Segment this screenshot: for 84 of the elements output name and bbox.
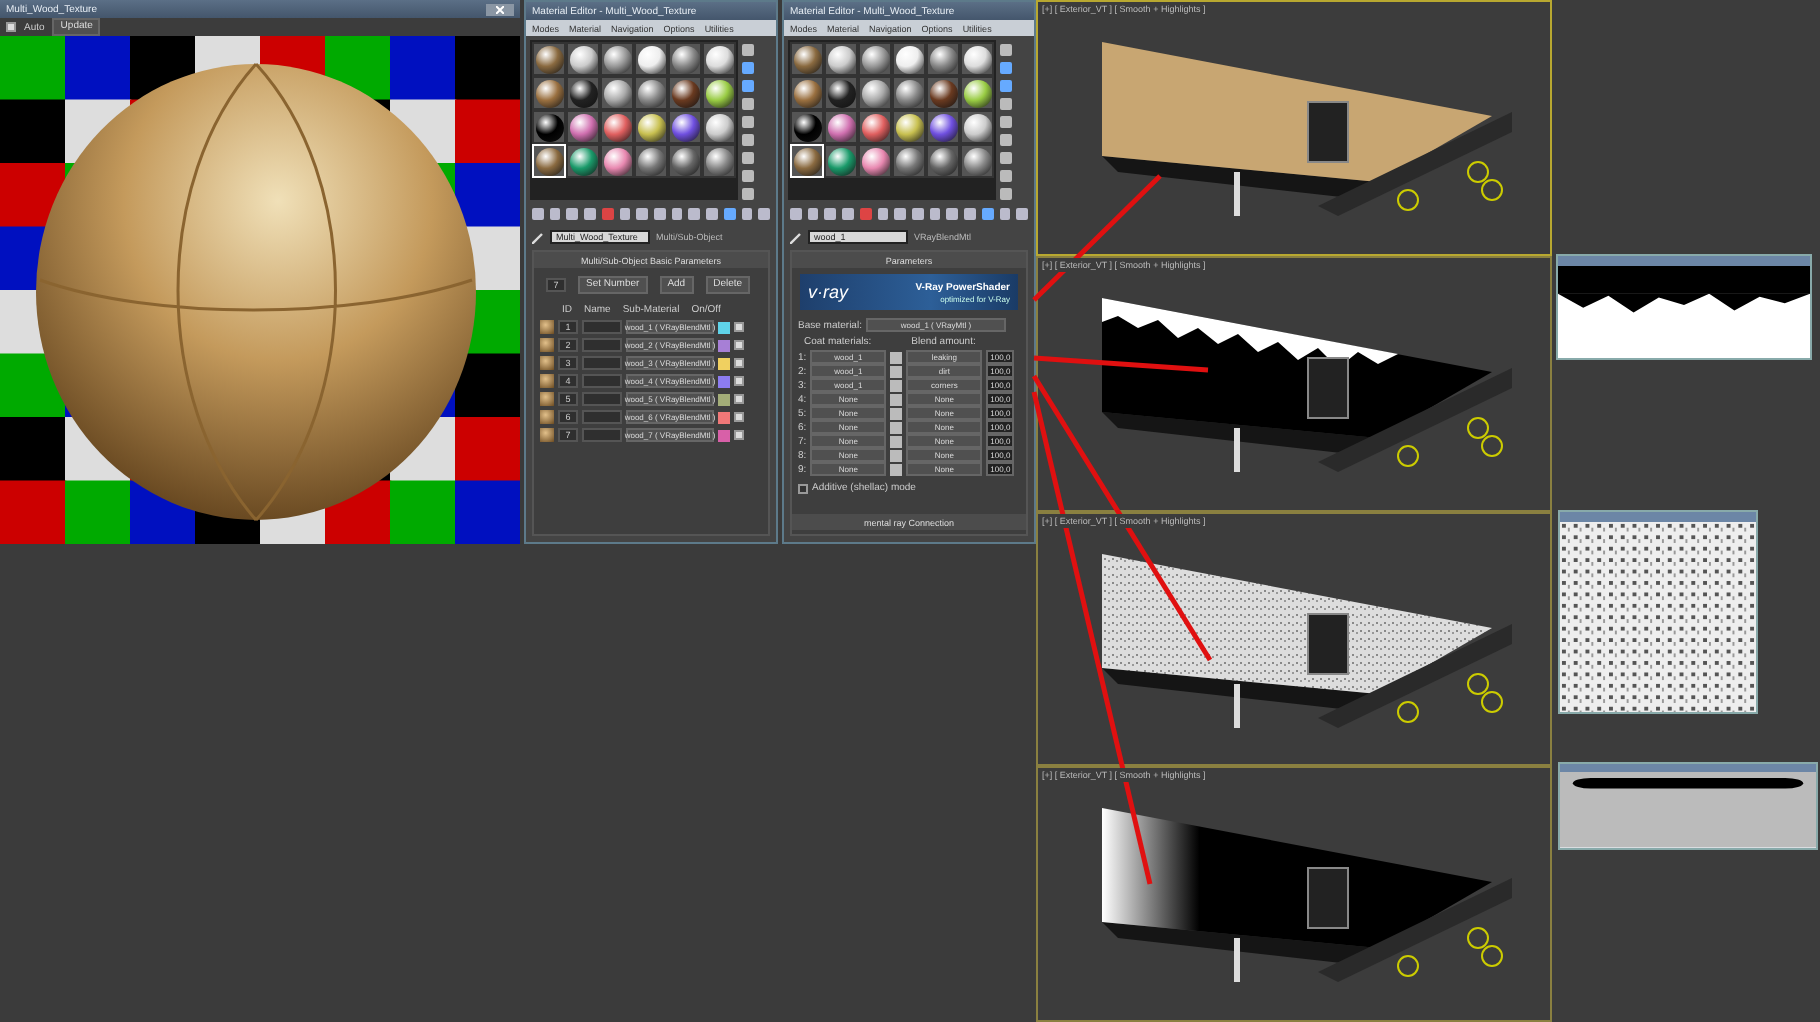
color-swatch[interactable] [718,339,730,351]
color-swatch[interactable] [718,375,730,387]
name-field[interactable] [582,320,622,334]
checkbox[interactable] [734,376,744,386]
checkbox[interactable] [6,22,16,32]
leader-line [1032,174,1162,302]
checkbox[interactable] [798,483,808,493]
vray-logo: v·ray [808,282,848,302]
color-swatch[interactable] [890,379,903,391]
material-sample-slot[interactable] [960,144,994,178]
material-sample-slot[interactable] [858,110,892,144]
checkbox[interactable] [734,358,744,368]
material-sample-slot[interactable] [532,42,566,76]
checkbox[interactable] [734,394,744,404]
color-swatch[interactable] [890,407,903,419]
color-swatch[interactable] [718,321,730,333]
color-swatch[interactable] [890,463,903,475]
material-sample-slot[interactable] [892,42,926,76]
close-button[interactable] [486,3,514,15]
material-sample-slot[interactable] [858,144,892,178]
material-sample-slot[interactable] [702,42,736,76]
checkbox[interactable] [734,430,744,440]
color-swatch[interactable] [718,429,730,441]
name-field[interactable] [582,428,622,442]
eyedropper-icon[interactable] [532,231,544,243]
material-sample-slot[interactable] [926,76,960,110]
material-sample-slot[interactable] [824,42,858,76]
material-sample-slot[interactable] [960,110,994,144]
material-sample-slot[interactable] [702,144,736,178]
eyedropper-icon[interactable] [790,231,802,243]
color-swatch[interactable] [890,351,903,363]
checkbox[interactable] [734,340,744,350]
material-sample-slot[interactable] [532,110,566,144]
material-sample-slot[interactable] [790,76,824,110]
material-sample-slot[interactable] [858,76,892,110]
material-sample-slot[interactable] [634,110,668,144]
material-sample-slot[interactable] [566,42,600,76]
close-icon [496,5,504,13]
material-sample-slot[interactable] [600,42,634,76]
material-sample-slot[interactable] [566,110,600,144]
material-sample-slot[interactable] [824,110,858,144]
material-sample-slot[interactable] [532,76,566,110]
name-field[interactable] [582,410,622,424]
material-sample-slot[interactable] [926,110,960,144]
name-field[interactable] [582,356,622,370]
material-sample-slot[interactable] [892,76,926,110]
color-swatch[interactable] [718,357,730,369]
material-sample-slot[interactable] [668,42,702,76]
material-sample-slot[interactable] [634,144,668,178]
material-sample-slot[interactable] [668,110,702,144]
color-swatch[interactable] [890,435,903,447]
material-sample-slot[interactable] [892,110,926,144]
material-sample-slot[interactable] [790,42,824,76]
material-sample-slot[interactable] [960,42,994,76]
material-sample-slot[interactable] [926,42,960,76]
checkbox[interactable] [734,412,744,422]
material-sample-slot[interactable] [824,144,858,178]
color-swatch[interactable] [890,449,903,461]
material-sample-slot[interactable] [566,76,600,110]
material-sample-slot[interactable] [824,76,858,110]
material-sample-slot[interactable] [858,42,892,76]
color-swatch[interactable] [890,365,903,377]
name-field[interactable] [582,392,622,406]
color-swatch[interactable] [890,393,903,405]
color-swatch[interactable] [718,411,730,423]
material-sample-slot[interactable] [892,144,926,178]
material-sample-slot[interactable] [600,110,634,144]
material-sample-slot[interactable] [790,110,824,144]
name-field[interactable] [582,338,622,352]
material-sample-slot[interactable] [668,76,702,110]
material-sample-slot[interactable] [702,76,736,110]
color-swatch[interactable] [890,421,903,433]
material-sample-slot[interactable] [566,144,600,178]
color-swatch[interactable] [718,393,730,405]
name-field[interactable] [582,374,622,388]
material-sample-slot[interactable] [634,42,668,76]
checkbox[interactable] [734,322,744,332]
material-sample-slot[interactable] [702,110,736,144]
material-sample-slot[interactable] [926,144,960,178]
material-sample-slot[interactable] [600,76,634,110]
material-sample-slot[interactable] [960,76,994,110]
material-sample-slot[interactable] [668,144,702,178]
material-sample-slot[interactable] [634,76,668,110]
material-sample-slot[interactable] [600,144,634,178]
